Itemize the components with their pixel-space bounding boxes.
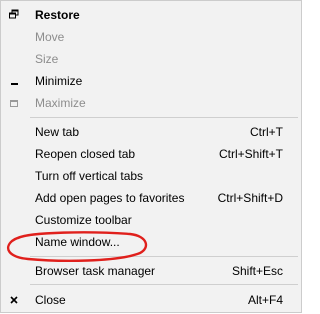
maximize-icon — [8, 97, 20, 109]
menu-item-move[interactable]: Move — [2, 26, 300, 48]
menu-item-shortcut: Shift+Esc — [231, 264, 283, 278]
menu-item-label: Turn off vertical tabs — [35, 169, 144, 183]
menu-item-new-tab[interactable]: New tab Ctrl+T — [2, 121, 300, 143]
menu-item-add-open-pages-to-favorites[interactable]: Add open pages to favorites Ctrl+Shift+D — [2, 187, 300, 209]
menu-item-shortcut: Ctrl+T — [250, 125, 283, 139]
menu-item-maximize[interactable]: Maximize — [2, 92, 300, 114]
menu-separator — [30, 117, 298, 118]
menu-item-label: Minimize — [35, 74, 83, 88]
menu-item-label: New tab — [35, 125, 80, 139]
menu-item-close[interactable]: Close Alt+F4 — [2, 289, 300, 311]
menu-separator — [30, 256, 298, 257]
menu-item-shortcut: Ctrl+Shift+D — [217, 191, 283, 205]
menu-item-size[interactable]: Size — [2, 48, 300, 70]
menu-item-shortcut: Ctrl+Shift+T — [218, 147, 283, 161]
window-system-menu: Restore Move Size Minimize Maximize New … — [0, 0, 302, 313]
menu-item-reopen-closed-tab[interactable]: Reopen closed tab Ctrl+Shift+T — [2, 143, 300, 165]
menu-item-restore[interactable]: Restore — [2, 4, 300, 26]
restore-icon — [8, 9, 20, 21]
menu-item-label: Close — [35, 293, 66, 307]
menu-item-label: Move — [35, 30, 65, 44]
menu-item-label: Reopen closed tab — [35, 147, 136, 161]
menu-separator — [30, 284, 298, 285]
menu-item-minimize[interactable]: Minimize — [2, 70, 300, 92]
menu-item-name-window[interactable]: Name window... — [2, 231, 300, 253]
menu-item-label: Size — [35, 52, 59, 66]
menu-item-shortcut: Alt+F4 — [247, 293, 283, 307]
menu-item-label: Browser task manager — [35, 264, 156, 278]
menu-item-label: Name window... — [35, 235, 120, 249]
menu-item-customize-toolbar[interactable]: Customize toolbar — [2, 209, 300, 231]
menu-item-label: Add open pages to favorites — [35, 191, 185, 205]
menu-item-label: Customize toolbar — [35, 213, 132, 227]
menu-item-browser-task-manager[interactable]: Browser task manager Shift+Esc — [2, 260, 300, 282]
minimize-icon — [8, 75, 20, 87]
menu-item-label: Maximize — [35, 96, 86, 110]
close-icon — [8, 294, 20, 306]
menu-item-label: Restore — [35, 8, 80, 22]
menu-item-turn-off-vertical-tabs[interactable]: Turn off vertical tabs — [2, 165, 300, 187]
